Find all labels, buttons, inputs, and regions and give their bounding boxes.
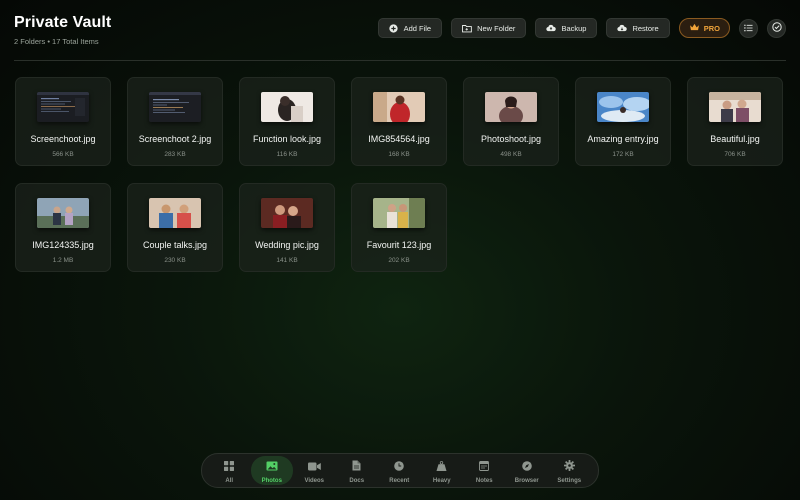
file-size: 706 KB — [724, 151, 746, 158]
file-thumbnail — [485, 92, 537, 122]
tab-docs[interactable]: Docs — [336, 456, 379, 485]
file-size: 141 KB — [276, 257, 298, 264]
cloud-upload-icon — [546, 23, 557, 33]
tab-label: Recent — [389, 477, 410, 484]
restore-button[interactable]: Restore — [606, 18, 670, 38]
document-icon — [352, 458, 361, 476]
tab-recent[interactable]: Recent — [378, 456, 421, 485]
file-card[interactable]: Beautiful.jpg 706 KB — [687, 77, 783, 166]
grid-icon — [224, 458, 235, 476]
tab-notes[interactable]: Notes — [463, 456, 506, 485]
backup-label: Backup — [561, 23, 587, 33]
file-name: IMG124335.jpg — [32, 240, 94, 250]
file-card[interactable]: IMG854564.jpg 168 KB — [351, 77, 447, 166]
file-name: Couple talks.jpg — [142, 240, 208, 250]
restore-label: Restore — [632, 23, 659, 33]
list-icon — [744, 19, 753, 37]
file-card[interactable]: Favourit 123.jpg 202 KB — [351, 183, 447, 272]
file-name: Function look.jpg — [252, 134, 322, 144]
file-card[interactable]: Wedding pic.jpg 141 KB — [239, 183, 335, 272]
file-size: 116 KB — [276, 151, 298, 158]
file-name: Amazing entry.jpg — [587, 134, 659, 144]
tab-label: All — [225, 477, 234, 484]
file-thumbnail — [37, 198, 89, 228]
tab-photos[interactable]: Photos — [250, 456, 293, 485]
add-file-label: Add File — [403, 23, 432, 33]
file-size: 230 KB — [164, 257, 186, 264]
pro-label: PRO — [703, 23, 720, 33]
file-thumbnail — [597, 92, 649, 122]
new-folder-button[interactable]: New Folder — [451, 18, 527, 38]
file-thumbnail — [261, 92, 313, 122]
file-name: Screenchoot.jpg — [30, 134, 96, 144]
file-name: Screenchoot 2.jpg — [138, 134, 212, 144]
file-size: 498 KB — [500, 151, 522, 158]
tab-label: Browser — [514, 477, 539, 484]
page-title: Private Vault — [14, 14, 112, 31]
file-name: Favourit 123.jpg — [366, 240, 432, 250]
backup-button[interactable]: Backup — [535, 18, 598, 38]
photo-icon — [266, 458, 278, 476]
file-name: Photoshoot.jpg — [480, 134, 542, 144]
file-size: 202 KB — [388, 257, 410, 264]
gear-icon — [563, 458, 575, 476]
file-size: 172 KB — [612, 151, 634, 158]
file-thumbnail — [261, 198, 313, 228]
tab-label: Settings — [557, 477, 582, 484]
tab-settings[interactable]: Settings — [548, 456, 591, 485]
file-thumbnail — [37, 92, 89, 122]
header: Private Vault 2 Folders • 17 Total Items — [14, 14, 111, 46]
pro-button[interactable]: PRO — [678, 18, 730, 38]
tab-label: Heavy — [432, 477, 451, 484]
file-name: Wedding pic.jpg — [255, 240, 319, 250]
file-card[interactable]: Screenchoot.jpg 566 KB — [15, 77, 111, 166]
toolbar: Add File New Folder Backup Restore PRO — [377, 18, 786, 38]
file-thumbnail — [149, 92, 201, 122]
file-thumbnail — [709, 92, 761, 122]
tab-label: Notes — [475, 477, 493, 484]
file-card[interactable]: IMG124335.jpg 1.2 MB — [15, 183, 111, 272]
file-card[interactable]: Function look.jpg 116 KB — [239, 77, 335, 166]
clock-icon — [394, 458, 405, 476]
page-subtitle: 2 Folders • 17 Total Items — [14, 37, 99, 46]
compass-icon — [521, 458, 532, 476]
select-button[interactable] — [767, 18, 786, 38]
file-thumbnail — [373, 198, 425, 228]
video-icon — [307, 458, 321, 476]
file-name: Beautiful.jpg — [710, 134, 760, 144]
header-divider — [14, 60, 786, 61]
tab-videos[interactable]: Videos — [293, 456, 336, 485]
file-thumbnail — [149, 198, 201, 228]
file-card[interactable]: Photoshoot.jpg 498 KB — [463, 77, 559, 166]
tab-browser[interactable]: Browser — [506, 456, 549, 485]
bottom-tab-bar: All Photos Videos Docs Recent Heavy Note… — [201, 453, 599, 488]
file-size: 168 KB — [388, 151, 410, 158]
add-file-button[interactable]: Add File — [377, 18, 443, 38]
file-card[interactable]: Screenchoot 2.jpg 283 KB — [127, 77, 223, 166]
notes-icon — [479, 458, 490, 476]
folder-plus-icon — [462, 23, 472, 33]
file-thumbnail — [373, 92, 425, 122]
tab-label: Photos — [261, 477, 282, 484]
file-size: 283 KB — [164, 151, 186, 158]
tab-label: Videos — [304, 477, 325, 484]
list-view-button[interactable] — [739, 18, 758, 38]
check-circle-icon — [771, 19, 782, 37]
tab-heavy[interactable]: Heavy — [421, 456, 464, 485]
tab-label: Docs — [349, 477, 365, 484]
cloud-download-icon — [617, 23, 628, 33]
plus-circle-icon — [389, 23, 399, 33]
file-card[interactable]: Amazing entry.jpg 172 KB — [575, 77, 671, 166]
file-size: 566 KB — [52, 151, 74, 158]
file-size: 1.2 MB — [52, 257, 74, 264]
file-name: IMG854564.jpg — [368, 134, 430, 144]
tab-all[interactable]: All — [208, 456, 251, 485]
file-card[interactable]: Couple talks.jpg 230 KB — [127, 183, 223, 272]
new-folder-label: New Folder — [477, 23, 516, 33]
crown-icon — [689, 23, 700, 33]
weight-icon — [436, 458, 447, 476]
